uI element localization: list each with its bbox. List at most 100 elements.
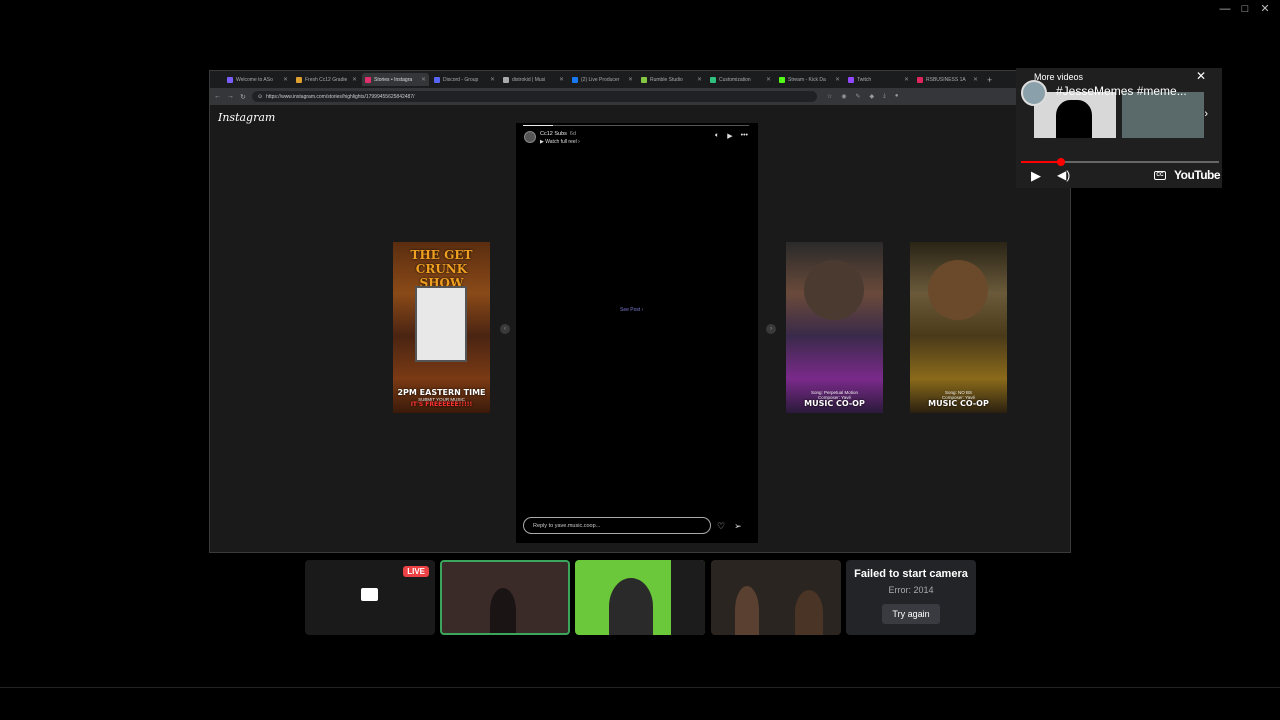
video-thumbnail[interactable]: [1034, 92, 1116, 138]
tab-favicon-icon: [779, 76, 785, 83]
tab-label: Welcome to ASo: [236, 76, 273, 83]
browser-tab[interactable]: distrokid | Musi ✕: [500, 73, 567, 86]
participant-screenshare-tile[interactable]: LIVE: [305, 560, 435, 635]
tab-label: Rumble Studio: [650, 76, 683, 83]
participant-video-tile[interactable]: [440, 560, 570, 635]
share-send-icon[interactable]: ➢: [734, 521, 742, 532]
thumb-headline: MUSIC CO-OP: [804, 399, 865, 409]
browser-tab[interactable]: Customization ✕: [707, 73, 774, 86]
browser-tab[interactable]: Rumble Studio ✕: [638, 73, 705, 86]
extension-icon[interactable]: ◉: [841, 93, 846, 100]
tab-close-icon[interactable]: ✕: [904, 76, 909, 83]
browser-tab[interactable]: Twitch ✕: [845, 73, 912, 86]
camera-error-title: Failed to start camera: [854, 568, 968, 580]
tab-close-icon[interactable]: ✕: [973, 76, 978, 83]
story-time: 6d: [569, 131, 577, 137]
tab-close-icon[interactable]: ✕: [421, 76, 426, 83]
tab-label: Customization: [719, 76, 751, 83]
bookmark-icon[interactable]: ☆: [827, 93, 832, 100]
site-info-icon[interactable]: ⊙: [258, 94, 262, 100]
watch-full-reel-link[interactable]: ▶ Watch full reel ›: [540, 139, 580, 145]
story-thumbnail[interactable]: Song: NO BS Composer: Yavé MUSIC CO-OP: [910, 242, 1007, 413]
volume-icon[interactable]: ◀): [1057, 168, 1070, 182]
address-bar: ← → ↻ ⊙ https://www.instagram.com/storie…: [210, 88, 1070, 105]
progress-scrubber[interactable]: [1056, 158, 1065, 166]
tab-label: Stories • Instagra: [374, 76, 413, 83]
story-controls: 🔈︎ ▶ •••: [715, 132, 748, 140]
story-thumbnail[interactable]: Song: Perpetual Motion Composer: Yavé MU…: [786, 242, 883, 413]
thumb-portrait: [804, 260, 864, 320]
tab-close-icon[interactable]: ✕: [628, 76, 633, 83]
tab-favicon-icon: [710, 76, 716, 83]
divider: [0, 687, 1280, 688]
extension-icon[interactable]: ✎: [856, 93, 861, 100]
channel-avatar[interactable]: [1021, 80, 1047, 106]
background-shelf: [671, 560, 705, 635]
tab-close-icon[interactable]: ✕: [490, 76, 495, 83]
profile-icon[interactable]: ●: [895, 93, 899, 100]
url-field[interactable]: ⊙ https://www.instagram.com/stories/high…: [251, 91, 817, 102]
tab-label: Stream - Kick Da: [788, 76, 826, 83]
tab-close-icon[interactable]: ✕: [766, 76, 771, 83]
browser-tab[interactable]: Discord - Group ✕: [431, 73, 498, 86]
youtube-logo[interactable]: YouTube: [1174, 168, 1221, 182]
tab-close-icon[interactable]: ✕: [283, 76, 288, 83]
chevron-right-icon[interactable]: ›: [1204, 108, 1208, 120]
story-thumbnail[interactable]: THE GET CRUNK SHOW 2PM EASTERN TIME SUBM…: [393, 242, 490, 413]
tab-bar: Welcome to ASo ✕ Fresh Cc12 Gradie ✕ Stories…: [210, 71, 1070, 88]
like-heart-icon[interactable]: ♡: [717, 521, 725, 532]
try-again-button[interactable]: Try again: [882, 604, 940, 624]
more-videos-label: More videos: [1034, 72, 1084, 82]
tab-close-icon[interactable]: ✕: [352, 76, 357, 83]
url-text: https://www.instagram.com/stories/highli…: [266, 93, 415, 100]
participant-video-tile[interactable]: [711, 560, 841, 635]
browser-tab[interactable]: (2) Live Producer ✕: [569, 73, 636, 86]
browser-tab[interactable]: Stories • Instagra ✕: [362, 73, 429, 86]
new-tab-icon[interactable]: +: [987, 75, 992, 85]
tab-close-icon[interactable]: ✕: [559, 76, 564, 83]
tab-close-icon[interactable]: ✕: [697, 76, 702, 83]
browser-tab[interactable]: RSBUSINESS 1A ✕: [914, 73, 981, 86]
close-icon[interactable]: ✕: [1196, 69, 1206, 83]
reload-icon[interactable]: ↻: [240, 93, 246, 101]
minimize-button[interactable]: —: [1218, 2, 1232, 16]
download-icon[interactable]: ⤓: [883, 93, 886, 100]
avatar[interactable]: [524, 131, 536, 143]
close-button[interactable]: ✕: [1258, 2, 1272, 16]
forward-icon[interactable]: →: [227, 93, 234, 100]
participant-figure: [490, 588, 516, 633]
prev-story-icon[interactable]: ‹: [500, 324, 510, 334]
reply-input[interactable]: Reply to yave.music.coop...: [523, 517, 711, 534]
participant-video-tile[interactable]: [575, 560, 705, 635]
browser-tab[interactable]: Stream - Kick Da ✕: [776, 73, 843, 86]
tab-favicon-icon: [503, 76, 509, 83]
tab-label: Fresh Cc12 Gradie: [305, 76, 348, 83]
next-story-icon[interactable]: ›: [766, 324, 776, 334]
thumb-headline: 2PM EASTERN TIME: [397, 387, 486, 397]
screen-share-icon: [361, 588, 378, 601]
browser-tab[interactable]: Welcome to ASo ✕: [224, 73, 291, 86]
instagram-logo[interactable]: Instagram: [218, 111, 275, 124]
mute-icon[interactable]: 🔈︎: [715, 132, 719, 140]
see-post-link[interactable]: See Post ›: [620, 307, 643, 313]
play-icon[interactable]: ▶: [727, 132, 732, 140]
more-options-icon[interactable]: •••: [741, 132, 748, 140]
live-badge: LIVE: [403, 566, 429, 577]
maximize-button[interactable]: □: [1238, 2, 1252, 16]
shared-browser-window: Welcome to ASo ✕ Fresh Cc12 Gradie ✕ Stories…: [209, 70, 1071, 553]
progress-bar[interactable]: [1021, 161, 1219, 163]
thumb-headline: MUSIC CO-OP: [928, 399, 989, 409]
back-icon[interactable]: ←: [214, 93, 221, 100]
video-title[interactable]: #JesseMemes #meme...: [1056, 84, 1202, 98]
captions-icon[interactable]: CC: [1154, 171, 1166, 180]
story-username[interactable]: Cc12 Subs 6d: [540, 131, 580, 137]
play-icon[interactable]: ▶: [1031, 168, 1041, 184]
tab-close-icon[interactable]: ✕: [835, 76, 840, 83]
tab-label: (2) Live Producer: [581, 76, 620, 83]
browser-tab[interactable]: Fresh Cc12 Gradie ✕: [293, 73, 360, 86]
video-thumbnail[interactable]: [1122, 92, 1204, 138]
tab-favicon-icon: [296, 76, 302, 83]
tab-favicon-icon: [917, 76, 923, 83]
extension-icon[interactable]: ◆: [870, 93, 875, 100]
participant-figure: [609, 578, 653, 635]
